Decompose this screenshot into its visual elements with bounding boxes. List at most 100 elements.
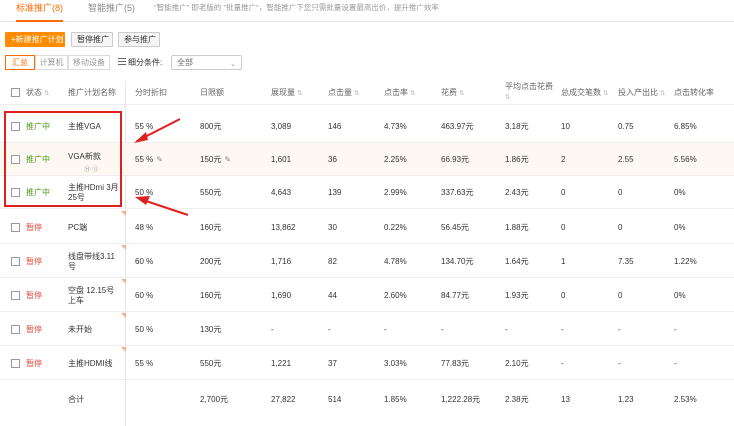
corner-marker	[121, 279, 126, 284]
clicks-value: 82	[328, 256, 337, 266]
row-checkbox[interactable]	[11, 188, 20, 197]
device-tab-mobile[interactable]: 移动设备	[68, 55, 110, 70]
plan-name[interactable]: 主推HDmi 3月25号	[68, 176, 120, 209]
plan-name[interactable]: 主推HDMI线	[68, 347, 116, 380]
status-badge[interactable]: 暂停	[26, 279, 42, 312]
ctr-value: -	[384, 324, 387, 334]
row-checkbox[interactable]	[11, 223, 20, 232]
status-badge[interactable]: 推广中	[26, 176, 50, 209]
deals-value: 0	[561, 187, 566, 197]
budget-value: 550元	[200, 187, 222, 197]
sort-icon[interactable]: ⇅	[44, 90, 49, 97]
header-clicks: 点击量 ⇅	[328, 88, 360, 97]
status-badge[interactable]: 暂停	[26, 211, 42, 244]
status-badge[interactable]: 推广中	[26, 143, 50, 176]
row-checkbox[interactable]	[11, 257, 20, 266]
table-row: 暂停 空盘 12.15号上车 60 % 160元 1,690 44 2.60% …	[0, 279, 734, 312]
deals-value: -	[561, 324, 564, 334]
total-roi: 1.23	[618, 394, 634, 404]
cost-value: 56.45元	[441, 222, 470, 232]
deals-value: 0	[561, 222, 566, 232]
deals-value: 10	[561, 121, 570, 131]
impressions-value: 1,221	[271, 358, 292, 368]
clicks-value: 146	[328, 121, 342, 131]
plan-name[interactable]: 主推VGA	[68, 110, 120, 143]
ctr-value: 2.25%	[384, 154, 407, 164]
select-all-checkbox[interactable]	[11, 88, 20, 97]
table-header: 状态 ⇅ 推广计划名称 分时折扣 日限额 展现量 ⇅ 点击量 ⇅ 点击率 ⇅ 花费 ⇅ 平…	[0, 81, 734, 105]
budget-value: 550元	[200, 358, 222, 368]
table-row: 推广中 主推HDmi 3月25号 50 % 550元 4,643 139 2.9…	[0, 176, 734, 209]
sort-icon[interactable]: ⇅	[354, 90, 359, 97]
status-badge[interactable]: 暂停	[26, 245, 42, 278]
sort-icon[interactable]: ⇅	[505, 94, 510, 101]
impressions-value: -	[271, 324, 274, 334]
discount-value: 55 %	[135, 358, 154, 368]
plan-tool-icons[interactable]: Ⓗ ⓠ	[84, 163, 99, 173]
sort-icon[interactable]: ⇅	[660, 90, 665, 97]
cost-value: 84.77元	[441, 290, 470, 300]
sort-icon[interactable]: ⇅	[410, 90, 415, 97]
cost-value: -	[441, 324, 444, 334]
budget-value: 200元	[200, 256, 222, 266]
plan-name[interactable]: 未开始	[68, 313, 120, 346]
plan-name[interactable]: PC端	[68, 211, 120, 244]
discount-value: 50 %	[135, 187, 154, 197]
discount-value: 60 %	[135, 290, 154, 300]
cvr-value: -	[674, 324, 677, 334]
plan-name[interactable]: 线盘带线3.11号	[68, 245, 116, 278]
row-checkbox[interactable]	[11, 122, 20, 131]
budget-value: 800元	[200, 121, 222, 131]
pause-button[interactable]: 暂停推广	[71, 32, 113, 47]
table-row: 推广中 主推VGA 55 % 800元 3,089 146 4.73% 463.…	[0, 110, 734, 143]
total-label: 合计	[68, 394, 84, 404]
clicks-value: 30	[328, 222, 337, 232]
new-plan-button[interactable]: +新建推广计划	[5, 32, 65, 47]
edit-pencil-icon[interactable]: ✎	[224, 155, 231, 165]
sort-icon[interactable]: ⇅	[297, 90, 302, 97]
row-checkbox[interactable]	[11, 359, 20, 368]
plan-name[interactable]: 空盘 12.15号上车	[68, 279, 116, 312]
deals-value: -	[561, 358, 564, 368]
device-tab-summary[interactable]: 汇总	[5, 55, 35, 70]
status-badge[interactable]: 推广中	[26, 110, 50, 143]
table-row: 暂停 未开始 50 % 130元 - - - - - - - -	[0, 313, 734, 346]
edit-pencil-icon[interactable]: ✎	[156, 155, 163, 165]
clicks-value: 44	[328, 290, 337, 300]
impressions-value: 1,601	[271, 154, 292, 164]
roi-value: 0	[618, 290, 623, 300]
header-status: 状态 ⇅	[26, 88, 50, 97]
corner-marker	[121, 211, 126, 216]
roi-value: 0	[618, 222, 623, 232]
roi-value: 0	[618, 187, 623, 197]
filter-select[interactable]: 全部 ⌄	[171, 55, 242, 70]
ctr-value: 2.99%	[384, 187, 407, 197]
cpc-value: 2.10元	[505, 358, 529, 368]
corner-marker	[121, 245, 126, 250]
row-checkbox[interactable]	[11, 325, 20, 334]
cost-value: 337.63元	[441, 187, 474, 197]
discount-value: 60 %	[135, 256, 154, 266]
cpc-value: 1.93元	[505, 290, 529, 300]
cost-value: 134.70元	[441, 256, 474, 266]
discount-value: 48 %	[135, 222, 154, 232]
roi-value: 0.75	[618, 121, 634, 131]
table-row: 暂停 线盘带线3.11号 60 % 200元 1,716 82 4.78% 13…	[0, 245, 734, 278]
budget-value: 160元	[200, 290, 222, 300]
tab-smart[interactable]: 智能推广(5)	[88, 0, 135, 22]
cvr-value: -	[674, 358, 677, 368]
status-badge[interactable]: 暂停	[26, 313, 42, 346]
sort-icon[interactable]: ⇅	[459, 90, 464, 97]
row-checkbox[interactable]	[11, 291, 20, 300]
total-deals: 13	[561, 394, 570, 404]
tab-standard[interactable]: 标准推广(8)	[16, 0, 63, 22]
sort-icon[interactable]: ⇅	[603, 90, 608, 97]
corner-marker	[121, 347, 126, 352]
join-button[interactable]: 参与推广	[118, 32, 160, 47]
status-badge[interactable]: 暂停	[26, 347, 42, 380]
ctr-value: 3.03%	[384, 358, 407, 368]
total-budget: 2,700元	[200, 394, 229, 404]
row-checkbox[interactable]	[11, 155, 20, 164]
device-tab-computer[interactable]: 计算机	[35, 55, 68, 70]
ctr-value: 0.22%	[384, 222, 407, 232]
